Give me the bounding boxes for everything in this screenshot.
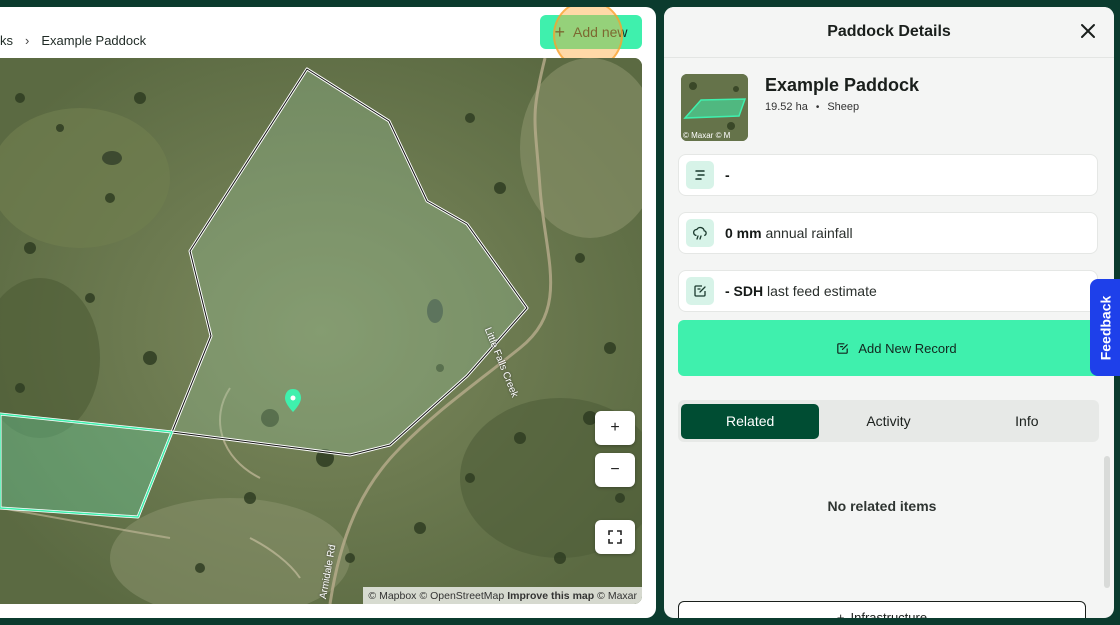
zoom-out-button[interactable]: − xyxy=(595,453,635,487)
add-new-label: Add new xyxy=(573,24,628,40)
tab-related[interactable]: Related xyxy=(681,403,820,439)
attribution-improve[interactable]: Improve this map xyxy=(507,590,594,602)
map-panel: ks › Example Paddock + Add new Little Fa… xyxy=(0,7,656,618)
breadcrumb-current: Example Paddock xyxy=(41,32,147,48)
attribution-mapbox[interactable]: © Mapbox xyxy=(368,590,416,602)
stat-card-description: - xyxy=(678,154,1098,196)
plus-icon: + xyxy=(554,22,566,42)
plus-icon: + xyxy=(836,610,845,618)
details-tabs: Related Activity Info xyxy=(678,400,1099,442)
rain-cloud-icon xyxy=(686,219,714,247)
add-new-button[interactable]: + Add new xyxy=(540,15,642,49)
paddock-meta: 19.52 ha • Sheep xyxy=(765,101,859,113)
paddock-livestock: Sheep xyxy=(827,101,860,113)
add-new-record-button[interactable]: Add New Record xyxy=(678,320,1114,376)
close-icon[interactable] xyxy=(1078,21,1098,41)
infrastructure-label: Infrastructure xyxy=(850,610,928,618)
attribution-maxar[interactable]: © Maxar xyxy=(597,590,637,602)
tab-activity[interactable]: Activity xyxy=(819,404,957,439)
map-imagery xyxy=(0,58,642,604)
paddock-name: Example Paddock xyxy=(765,75,920,95)
edit-note-icon xyxy=(686,277,714,305)
map-attribution: © Mapbox © OpenStreetMap Improve this ma… xyxy=(363,587,642,604)
feedback-button[interactable]: Feedback xyxy=(1090,279,1120,376)
paddock-thumbnail: © Maxar © M xyxy=(681,74,748,141)
attribution-osm[interactable]: © OpenStreetMap xyxy=(419,590,504,602)
feedback-label: Feedback xyxy=(1097,295,1113,360)
paddock-area: 19.52 ha xyxy=(765,101,808,113)
thumbnail-attribution: © Maxar © M xyxy=(683,131,731,140)
chevron-right-icon: › xyxy=(25,32,30,48)
satellite-map[interactable]: Little Falls Creek Armidale Rd + − © Map… xyxy=(0,58,642,604)
list-icon xyxy=(686,161,714,189)
fullscreen-button[interactable] xyxy=(595,520,635,554)
scrollbar[interactable] xyxy=(1104,456,1110,588)
add-infrastructure-button[interactable]: + Infrastructure xyxy=(678,601,1086,618)
stat-card-feed: - SDH last feed estimate xyxy=(678,270,1098,312)
stat-feed: - SDH last feed estimate xyxy=(725,283,877,299)
stat-description: - xyxy=(725,167,730,183)
tab-info[interactable]: Info xyxy=(958,404,1096,439)
details-title: Paddock Details xyxy=(827,23,951,40)
separator-dot: • xyxy=(815,101,820,113)
expand-icon xyxy=(608,530,622,544)
empty-related-message: No related items xyxy=(827,498,937,514)
stat-rainfall: 0 mm annual rainfall xyxy=(725,225,853,241)
zoom-in-button[interactable]: + xyxy=(595,411,635,445)
breadcrumb: ks › Example Paddock xyxy=(0,29,146,51)
details-header: Paddock Details xyxy=(664,7,1114,58)
breadcrumb-parent[interactable]: ks xyxy=(0,33,13,48)
paddock-details-panel: Paddock Details © Maxar © M Example Padd… xyxy=(664,7,1114,618)
edit-note-icon xyxy=(837,342,849,354)
add-new-record-label: Add New Record xyxy=(858,340,957,356)
stat-card-rainfall: 0 mm annual rainfall xyxy=(678,212,1098,254)
